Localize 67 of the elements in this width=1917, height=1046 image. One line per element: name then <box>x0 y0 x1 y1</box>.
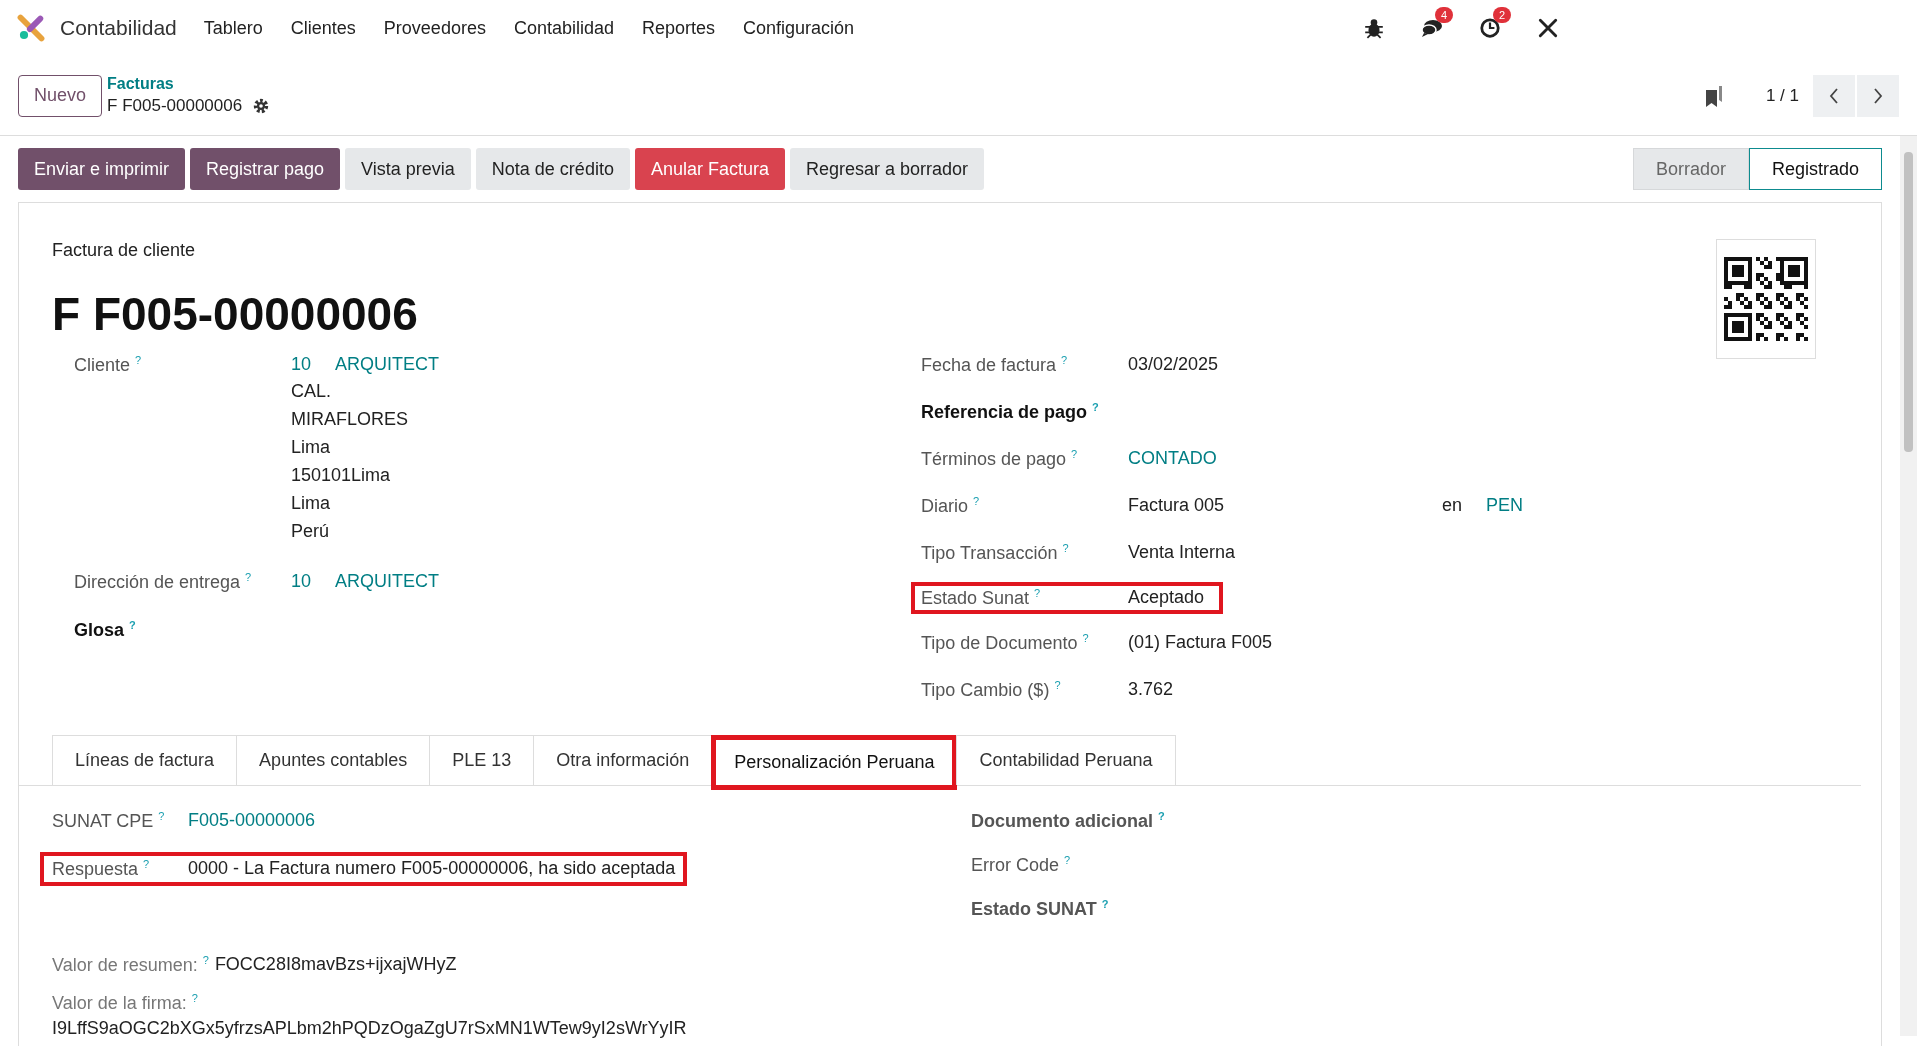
action-button[interactable]: Anular Factura <box>634 148 785 190</box>
field-label: Glosa $^{?}$ <box>74 619 137 641</box>
field-label: Error Code $^{?}$ <box>971 854 1071 876</box>
menu-item[interactable]: Reportes <box>642 17 716 39</box>
status-step[interactable]: Borrador <box>1632 148 1749 190</box>
field-value: (01) Factura F005 <box>1128 632 1273 653</box>
pager-counter[interactable]: 1 / 1 <box>1765 85 1799 106</box>
field-label: Dirección de entrega $^{?}$ <box>74 571 253 593</box>
field-label: Tipo Transacción $^{?}$ <box>921 542 1070 564</box>
new-button[interactable]: Nuevo <box>18 74 103 117</box>
menu-item[interactable]: Proveedores <box>383 17 486 39</box>
action-button[interactable]: Enviar e imprimir <box>18 148 186 190</box>
address-line: MIRAFLORES <box>291 408 410 431</box>
field-label: Tipo Cambio ($) $^{?}$ <box>921 679 1062 701</box>
status-step[interactable]: Registrado <box>1748 148 1882 190</box>
field-label: en <box>1442 495 1463 516</box>
address-line: Lima <box>291 436 331 459</box>
app-name[interactable]: Contabilidad <box>60 16 177 40</box>
action-button[interactable]: Regresar a borrador <box>789 148 985 190</box>
field-label: Documento adicional $^{?}$ <box>971 810 1165 832</box>
field-value: 3.762 <box>1128 679 1174 700</box>
field-label: Referencia de pago $^{?}$ <box>921 401 1100 423</box>
tab[interactable]: Líneas de factura <box>52 735 238 785</box>
menu-item[interactable]: Clientes <box>290 17 356 39</box>
field-value: 0000 - La Factura numero F005-00000006, ha sido aceptada <box>188 858 676 880</box>
field-label: Valor de resumen: $^{?}$ <box>52 954 209 976</box>
field-value[interactable]: CONTADO <box>1128 448 1217 469</box>
field-value: Factura 005 <box>1128 495 1225 516</box>
field-value[interactable]: ARQUITECT <box>335 354 440 375</box>
field-value: FOCC28I8mavBzs+ijxajWHyZ <box>214 954 457 976</box>
menu-item[interactable]: Configuración <box>743 17 855 39</box>
menu-item[interactable]: Tablero <box>203 17 263 39</box>
action-button[interactable]: Vista previa <box>345 148 471 190</box>
field-label: Estado Sunat $^{?}$ <box>921 587 1042 609</box>
breadcrumb-link[interactable]: Facturas <box>107 75 271 93</box>
currency-link[interactable]: PEN <box>1486 495 1524 516</box>
address-line: 150101Lima <box>291 464 392 487</box>
action-button[interactable]: Registrar pago <box>190 148 341 190</box>
field-label: Términos de pago $^{?}$ <box>921 448 1079 470</box>
tab[interactable]: Personalización Peruana <box>711 735 958 790</box>
address-line: Perú <box>291 520 331 543</box>
field-value: Venta Interna <box>1128 542 1236 563</box>
field-value[interactable]: 10 <box>291 571 312 592</box>
field-value: Aceptado <box>1128 587 1205 608</box>
field-value: 03/02/2025 <box>1128 354 1219 375</box>
menu-item[interactable]: Contabilidad <box>513 17 614 39</box>
field-label: Diario $^{?}$ <box>921 495 981 517</box>
notification-badge: 4 <box>1435 7 1454 23</box>
field-label: Estado SUNAT $^{?}$ <box>971 898 1109 920</box>
field-label: SUNAT CPE $^{?}$ <box>52 810 166 832</box>
record-name: F F005-00000006 <box>107 96 243 116</box>
field-value[interactable]: F005-00000006 <box>188 810 316 832</box>
action-button[interactable]: Nota de crédito <box>475 148 630 190</box>
field-label: Tipo de Documento $^{?}$ <box>921 632 1090 654</box>
field-label: Cliente $^{?}$ <box>74 354 143 376</box>
field-label: Valor de la firma: $^{?}$ <box>52 992 199 1014</box>
address-line: Lima <box>291 492 331 515</box>
field-label: Respuesta $^{?}$ <box>52 858 151 880</box>
tab[interactable]: Contabilidad Peruana <box>956 735 1176 785</box>
document-type: Factura de cliente <box>52 240 197 261</box>
invoice-title: F F005-00000006 <box>52 287 418 341</box>
field-value: I9LffS9aOGC2bXGx5yfrzsAPLbm2hPQDzOgaZgU7rSxMN1WTew9yI2sWrYyIR <box>52 1018 688 1039</box>
field-value[interactable]: ARQUITECT <box>335 571 440 592</box>
field-label: Fecha de factura $^{?}$ <box>921 354 1069 376</box>
address-line: CAL. <box>291 380 333 403</box>
notification-badge: 2 <box>1493 7 1512 23</box>
field-value[interactable]: 10 <box>291 354 312 375</box>
